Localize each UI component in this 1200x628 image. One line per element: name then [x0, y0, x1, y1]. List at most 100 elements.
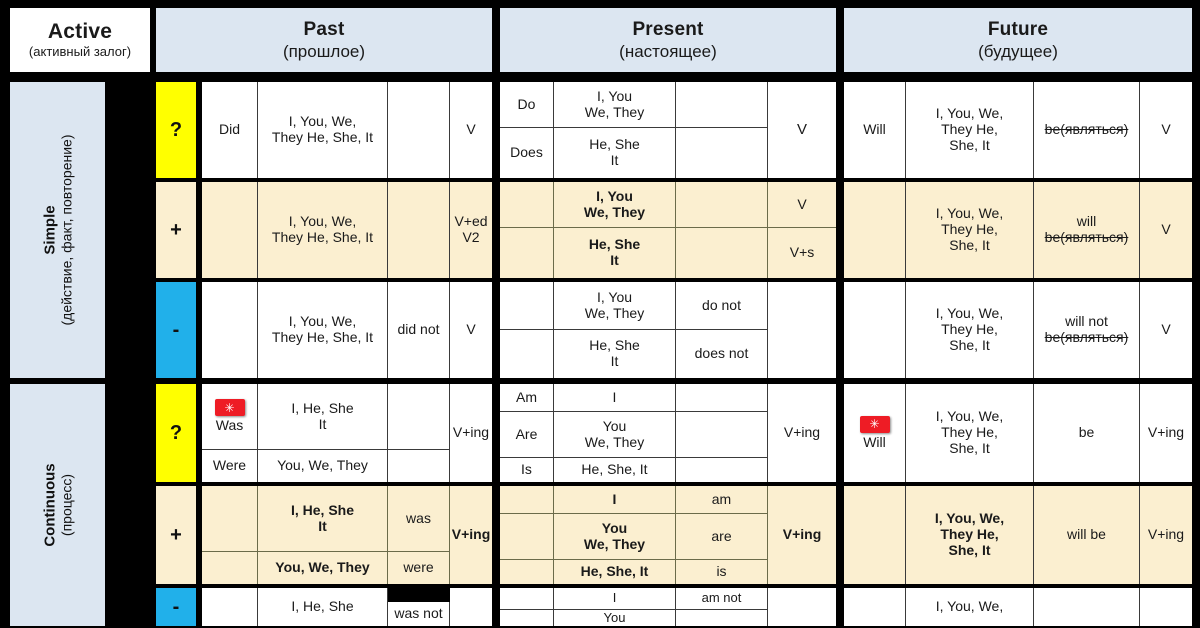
- present-aux2-simple-negative-0: do not: [676, 282, 768, 330]
- past-subject-simple-affirmative: I, You, We, They He, She, It: [258, 182, 388, 278]
- present-subject-continuous-question-2: He, She, It: [554, 458, 676, 482]
- present-aux-continuous-affirmative-0: [500, 486, 554, 514]
- present-subject-simple-affirmative-0: I, You We, They: [554, 182, 676, 228]
- present-subject-continuous-affirmative-2: He, She, It: [554, 560, 676, 584]
- past-aux-label-continuous-question-0: Was: [215, 417, 244, 434]
- past-verb-continuous-negative: [450, 588, 492, 626]
- column-header-label-en: Past: [303, 19, 345, 41]
- present-aux2-simple-question-1: [676, 128, 768, 178]
- past-aux-continuous-negative-0: [202, 588, 258, 626]
- present-aux-continuous-question-1: Are: [500, 412, 554, 458]
- past-verb-simple-affirmative: V+ed V2: [450, 182, 492, 278]
- future-aux-label-continuous-question: Will: [863, 433, 886, 450]
- past-subject-continuous-affirmative-0: I, He, She It: [258, 486, 388, 552]
- present-aux2-continuous-question-2: [676, 458, 768, 482]
- future-subject-continuous-negative: I, You, We,: [906, 588, 1034, 626]
- future-verb-simple-affirmative: V: [1140, 182, 1192, 278]
- form-marker-simple-negative: -: [156, 282, 196, 378]
- past-aux2-simple-negative: did not: [388, 282, 450, 378]
- present-subject-simple-negative-0: I, You We, They: [554, 282, 676, 330]
- past-subject-continuous-question-1: You, We, They: [258, 450, 388, 482]
- future-verb-continuous-affirmative: V+ing: [1140, 486, 1192, 584]
- present-aux-simple-question-1: Does: [500, 128, 554, 178]
- future-subject-continuous-affirmative: I, You, We, They He, She, It: [906, 486, 1034, 584]
- aspect-label-en: Simple: [40, 205, 58, 255]
- present-aux-simple-affirmative-1: [500, 228, 554, 278]
- present-subject-simple-negative-1: He, She It: [554, 330, 676, 378]
- present-aux-continuous-negative-1: [500, 610, 554, 626]
- present-aux-simple-negative-1: [500, 330, 554, 378]
- present-subject-simple-question-0: I, You We, They: [554, 82, 676, 128]
- future-verb-continuous-question: V+ing: [1140, 384, 1192, 482]
- past-aux2-continuous-affirmative-0: was: [388, 486, 450, 552]
- past-subject-continuous-question-0: I, He, She It: [258, 384, 388, 450]
- present-aux2-continuous-affirmative-1: are: [676, 514, 768, 560]
- past-verb-simple-question: V: [450, 82, 492, 178]
- future-verb-simple-question: V: [1140, 82, 1192, 178]
- form-marker-simple-affirmative: +: [156, 182, 196, 278]
- past-verb-continuous-affirmative: V+ing: [450, 486, 492, 584]
- present-aux2-continuous-affirmative-2: is: [676, 560, 768, 584]
- past-subject-simple-negative: I, You, We, They He, She, It: [258, 282, 388, 378]
- present-verb-simple-question: V: [768, 82, 836, 178]
- present-aux2-simple-negative-1: does not: [676, 330, 768, 378]
- past-aux2-simple-question: [388, 82, 450, 178]
- aspect-label-en: Continuous: [40, 463, 58, 547]
- form-marker-continuous-negative: -: [156, 588, 196, 626]
- past-aux2-continuous-affirmative-1: were: [388, 552, 450, 584]
- aspect-label-continuous: Continuous (процесс): [10, 384, 105, 626]
- asterisk-badge: ✳: [214, 399, 245, 417]
- form-marker-continuous-question: ?: [156, 384, 196, 482]
- present-verb-simple-affirmative-0: V: [768, 182, 836, 228]
- future-aux2-strike-simple-negative: be(являться): [1044, 329, 1129, 345]
- future-aux-simple-affirmative: [844, 182, 906, 278]
- present-subject-continuous-affirmative-0: I: [554, 486, 676, 514]
- present-aux-simple-affirmative-0: [500, 182, 554, 228]
- future-aux2-strike-simple-question: be(являться): [1044, 121, 1129, 138]
- future-aux2-simple-affirmative: will be(являться): [1034, 182, 1140, 278]
- aspect-label-ru: (процесс): [58, 473, 75, 537]
- future-aux2-continuous-question: be: [1034, 384, 1140, 482]
- form-marker-simple-question: ?: [156, 82, 196, 178]
- future-aux2-continuous-affirmative: will be: [1034, 486, 1140, 584]
- present-aux2-simple-question-0: [676, 82, 768, 128]
- past-aux2-continuous-question-0: [388, 384, 450, 450]
- present-aux2-continuous-negative-1: [676, 610, 768, 626]
- present-subject-continuous-negative-0: I: [554, 588, 676, 610]
- present-aux-continuous-negative-0: [500, 588, 554, 610]
- future-aux2-plain-simple-affirmative: will: [1076, 213, 1097, 230]
- column-header-label-ru: (прошлое): [282, 41, 366, 61]
- future-subject-simple-affirmative: I, You, We, They He, She, It: [906, 182, 1034, 278]
- aspect-label-text: Continuous (процесс): [41, 463, 74, 546]
- future-verb-simple-negative: V: [1140, 282, 1192, 378]
- present-aux2-continuous-negative-0: am not: [676, 588, 768, 610]
- present-aux2-continuous-question-1: [676, 412, 768, 458]
- present-aux2-simple-affirmative-1: [676, 228, 768, 278]
- past-subject-simple-question: I, You, We, They He, She, It: [258, 82, 388, 178]
- present-verb-simple-negative: [768, 282, 836, 378]
- past-aux-continuous-affirmative-0: [202, 486, 258, 552]
- asterisk-badge: ✳: [859, 415, 890, 433]
- tense-table: Active (активный залог) Past (прошлое) Prese…: [0, 0, 1200, 628]
- future-aux-continuous-negative: [844, 588, 906, 626]
- present-aux-simple-question-0: Do: [500, 82, 554, 128]
- future-verb-continuous-negative: [1140, 588, 1192, 626]
- past-aux2-continuous-negative-0: was not: [388, 602, 450, 626]
- present-aux2-continuous-question-0: [676, 384, 768, 412]
- past-aux2-simple-affirmative: [388, 182, 450, 278]
- present-aux2-simple-affirmative-0: [676, 182, 768, 228]
- present-subject-simple-affirmative-1: He, She It: [554, 228, 676, 278]
- present-verb-continuous-question: V+ing: [768, 384, 836, 482]
- present-subject-continuous-negative-1: You: [554, 610, 676, 626]
- present-subject-continuous-question-0: I: [554, 384, 676, 412]
- future-aux-simple-negative: [844, 282, 906, 378]
- future-subject-simple-question: I, You, We, They He, She, It: [906, 82, 1034, 178]
- present-aux-simple-negative-0: [500, 282, 554, 330]
- past-subject-continuous-negative-0: I, He, She: [258, 588, 388, 626]
- future-aux-continuous-question: ✳ Will: [844, 384, 906, 482]
- past-aux-simple-question: Did: [202, 82, 258, 178]
- column-header-label-ru: (настоящее): [619, 41, 717, 61]
- present-verb-continuous-negative: [768, 588, 836, 626]
- form-marker-continuous-affirmative: +: [156, 486, 196, 584]
- present-subject-continuous-affirmative-1: You We, They: [554, 514, 676, 560]
